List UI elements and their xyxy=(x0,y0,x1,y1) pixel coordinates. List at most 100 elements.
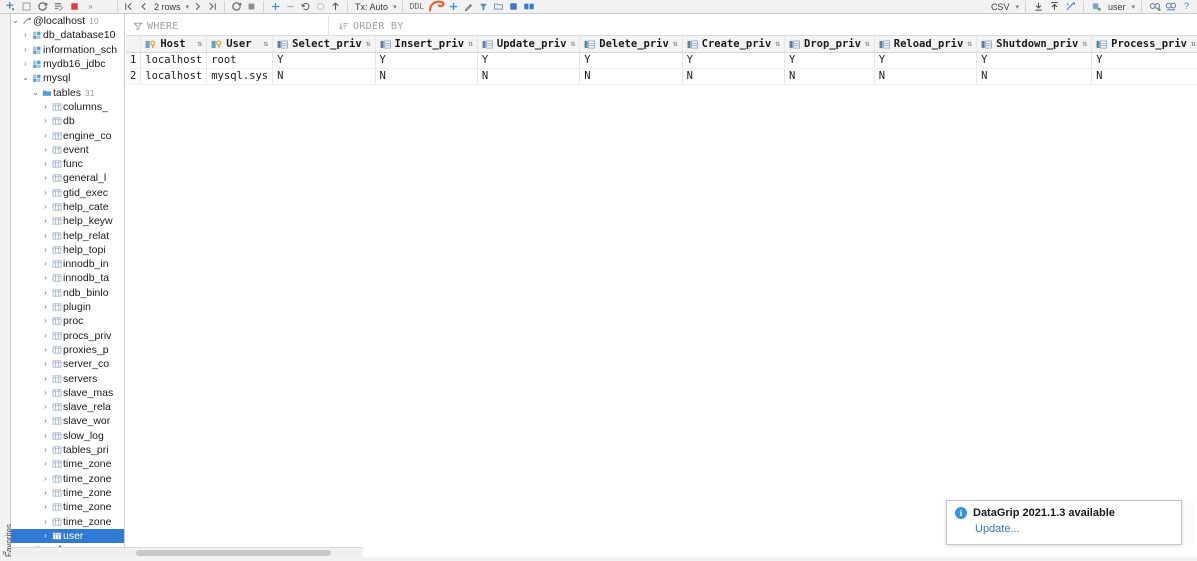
tree-item-database-0[interactable]: › db_database10 xyxy=(11,28,124,42)
table-cell[interactable]: localhost xyxy=(140,52,208,69)
reload-page-icon[interactable] xyxy=(230,0,243,13)
column-header-shutdown_priv[interactable]: Shutdown_priv ⇅ xyxy=(976,36,1093,53)
tree-expand-chevron-icon[interactable]: › xyxy=(21,45,30,54)
download-data-icon[interactable] xyxy=(1032,0,1045,13)
tree-item-table-29[interactable]: › time_zone xyxy=(11,514,124,528)
tree-item-table-19[interactable]: › servers xyxy=(11,371,124,385)
view-settings-icon[interactable] xyxy=(1164,0,1177,13)
export-format-label[interactable]: CSV xyxy=(989,2,1012,12)
tree-expand-chevron-icon[interactable]: › xyxy=(41,188,50,197)
tree-expand-chevron-icon[interactable]: › xyxy=(21,31,30,39)
tree-expand-chevron-icon[interactable]: ⌄ xyxy=(11,17,20,25)
column-sort-icon[interactable]: ⇅ xyxy=(468,40,473,48)
tree-expand-chevron-icon[interactable]: › xyxy=(41,160,50,168)
tree-item-table-15[interactable]: › proc xyxy=(11,314,124,328)
where-filter-field[interactable]: WHERE xyxy=(126,16,329,36)
tree-expand-chevron-icon[interactable]: › xyxy=(41,203,50,211)
table-cell[interactable]: N xyxy=(784,68,875,85)
tree-expand-chevron-icon[interactable]: › xyxy=(41,360,50,368)
tree-item-table-17[interactable]: › proxies_p xyxy=(11,343,124,357)
transaction-mode-label[interactable]: Tx: Auto xyxy=(353,2,390,12)
edit-script-icon[interactable] xyxy=(52,0,65,13)
edit-icon[interactable] xyxy=(462,0,475,13)
tree-item-table-9[interactable]: › help_relat xyxy=(11,228,124,242)
database-settings-icon[interactable] xyxy=(1148,0,1161,13)
tree-expand-chevron-icon[interactable]: › xyxy=(41,374,50,383)
table-cell[interactable]: Y xyxy=(976,52,1093,69)
duplicate-icon[interactable] xyxy=(20,0,33,13)
tree-item-table-16[interactable]: › procs_priv xyxy=(11,329,124,343)
session-label[interactable]: user xyxy=(1106,2,1128,12)
export-format-chevron-down-icon[interactable]: ▾ xyxy=(1015,3,1019,11)
column-header-select_priv[interactable]: Select_priv ⇅ xyxy=(272,36,376,53)
row-count-chevron-down-icon[interactable]: ▾ xyxy=(186,3,190,11)
filter-funnel-icon[interactable] xyxy=(477,0,490,13)
revert-all-icon[interactable] xyxy=(314,0,327,13)
table-cell[interactable]: Y xyxy=(874,52,978,69)
tree-expand-chevron-icon[interactable]: › xyxy=(41,474,50,483)
tree-expand-chevron-icon[interactable]: › xyxy=(41,345,50,354)
stop-icon[interactable] xyxy=(68,0,81,13)
column-sort-icon[interactable]: ⇅ xyxy=(1191,40,1196,48)
tree-item-table-12[interactable]: › innodb_ta xyxy=(11,271,124,285)
column-sort-icon[interactable]: ⇅ xyxy=(1082,40,1087,48)
table-cell[interactable]: root xyxy=(206,52,274,69)
modify-data-icon[interactable] xyxy=(1064,0,1077,13)
table-cell[interactable]: N xyxy=(874,68,978,85)
tree-item-table-11[interactable]: › innodb_in xyxy=(11,257,124,271)
table-cell[interactable]: Y xyxy=(682,52,786,69)
table-cell[interactable]: N xyxy=(976,68,1093,85)
multi-database-icon[interactable] xyxy=(522,0,535,13)
tree-expand-chevron-icon[interactable]: › xyxy=(41,488,50,497)
tree-expand-chevron-icon[interactable]: › xyxy=(41,260,50,268)
folder-icon[interactable] xyxy=(492,0,505,13)
tree-expand-chevron-icon[interactable]: › xyxy=(41,274,50,282)
table-cell[interactable]: N xyxy=(1091,68,1197,85)
column-sort-icon[interactable]: ⇅ xyxy=(673,40,678,48)
tree-expand-chevron-icon[interactable]: › xyxy=(41,431,50,440)
table-row[interactable]: 2localhostmysql.sysNNNNNNNNNN xyxy=(126,68,1197,85)
tree-item-table-28[interactable]: › time_zone xyxy=(11,500,124,514)
tree-expand-chevron-icon[interactable]: › xyxy=(41,145,50,154)
table-cell[interactable]: Y xyxy=(375,52,478,69)
tree-expand-chevron-icon[interactable]: › xyxy=(41,131,50,140)
row-count-label[interactable]: 2 rows xyxy=(152,2,183,12)
tree-item-table-14[interactable]: › plugin xyxy=(11,300,124,314)
ddl-button[interactable]: DDL xyxy=(408,2,426,11)
tree-expand-chevron-icon[interactable]: › xyxy=(41,245,50,254)
tree-expand-chevron-icon[interactable]: › xyxy=(41,174,50,182)
database-blue-icon[interactable] xyxy=(507,0,520,13)
column-header-host[interactable]: Host ⇅ xyxy=(140,36,208,53)
tree-item-table-22[interactable]: › slave_wor xyxy=(11,414,124,428)
table-body[interactable]: 1localhostrootYYYYYYYYYY2localhostmysql.… xyxy=(126,52,1197,85)
more-options-icon[interactable]: » xyxy=(84,0,97,13)
expand-rail-icon[interactable]: » xyxy=(2,548,6,557)
tree-item-table-7[interactable]: › help_cate xyxy=(11,200,124,214)
result-table[interactable]: Host ⇅ User ⇅ Select_priv ⇅ Insert_priv ⇅ Update… xyxy=(126,36,1197,85)
last-page-icon[interactable] xyxy=(206,0,219,13)
table-cell[interactable]: N xyxy=(375,68,478,85)
tree-item-table-6[interactable]: › gtid_exec xyxy=(11,186,124,200)
tree-expand-chevron-icon[interactable]: › xyxy=(41,231,50,240)
table-cell[interactable]: Y xyxy=(579,52,683,69)
tree-expand-chevron-icon[interactable]: › xyxy=(41,117,50,125)
tree-item-table-2[interactable]: › engine_co xyxy=(11,128,124,142)
prev-page-icon[interactable] xyxy=(137,0,150,13)
tree-item-table-21[interactable]: › slave_rela xyxy=(11,400,124,414)
tree-item-table-3[interactable]: › event xyxy=(11,143,124,157)
add-icon[interactable] xyxy=(4,0,17,13)
column-header-user[interactable]: User ⇅ xyxy=(206,36,274,53)
column-sort-icon[interactable]: ⇅ xyxy=(570,40,575,48)
tree-item-table-23[interactable]: › slow_log xyxy=(11,429,124,443)
tree-expand-chevron-icon[interactable]: › xyxy=(41,303,50,311)
table-cell[interactable]: localhost xyxy=(140,68,208,85)
help-icon[interactable]: ? xyxy=(1180,0,1193,13)
tree-expand-chevron-icon[interactable]: › xyxy=(41,417,50,425)
tree-expand-chevron-icon[interactable]: › xyxy=(41,403,50,411)
tree-item-tables-folder[interactable]: ⌄ tables 31 xyxy=(11,85,124,99)
scrollbar-thumb[interactable] xyxy=(136,550,331,556)
first-page-icon[interactable] xyxy=(122,0,135,13)
tree-horizontal-scrollbar[interactable] xyxy=(11,547,363,557)
column-header-reload_priv[interactable]: Reload_priv ⇅ xyxy=(874,36,978,53)
table-cell[interactable]: N xyxy=(682,68,786,85)
